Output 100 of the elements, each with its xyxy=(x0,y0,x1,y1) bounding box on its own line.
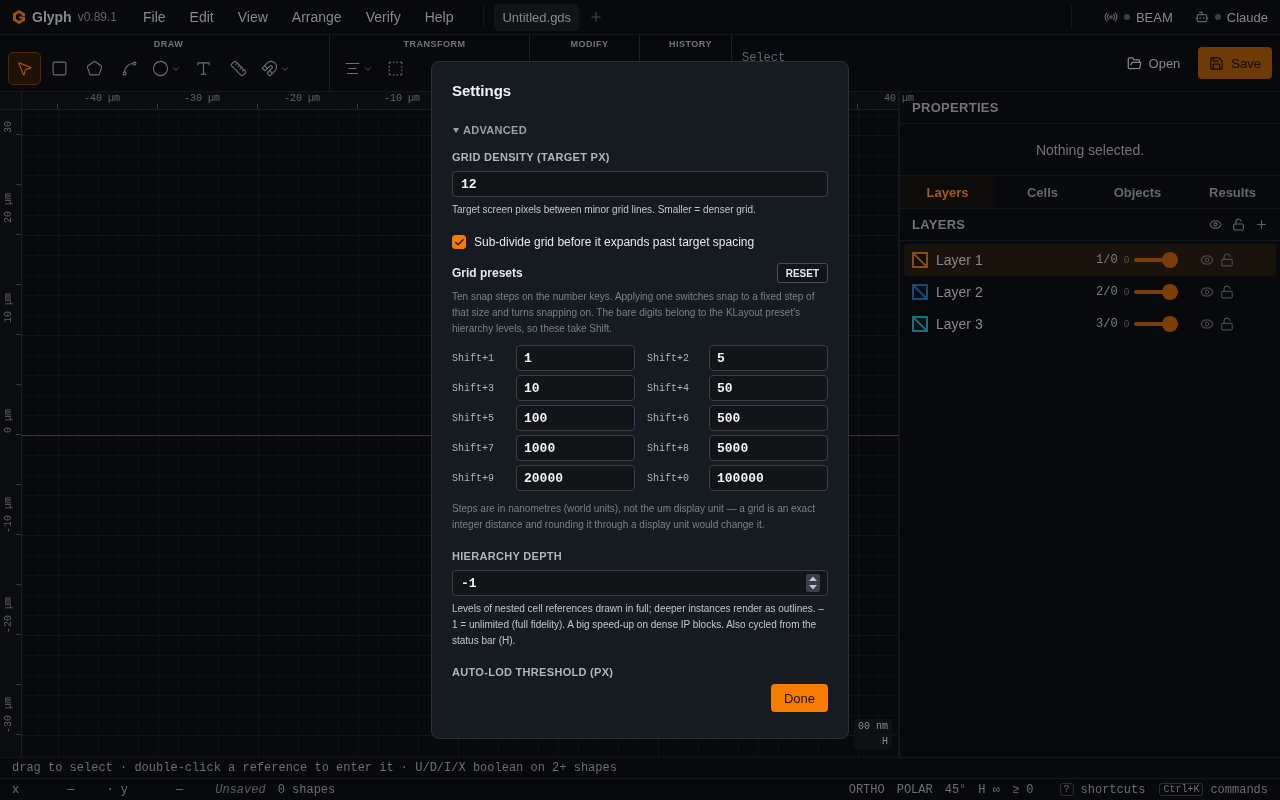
coordinate-label: x xyxy=(12,782,20,797)
coordinate-value: — xyxy=(67,782,75,797)
preset-field[interactable]: 100000 xyxy=(709,465,828,491)
panel-tab[interactable]: Results xyxy=(1185,176,1280,208)
layer-spec: 1/0 xyxy=(1096,253,1118,267)
ruler-label: 0 µm xyxy=(3,409,15,433)
opacity-slider[interactable] xyxy=(1133,284,1178,300)
preset-field[interactable]: 20000 xyxy=(516,465,635,491)
document-tab[interactable]: Untitled.gds xyxy=(494,3,580,31)
add-icon[interactable] xyxy=(1255,218,1268,231)
menu-item[interactable]: Help xyxy=(424,9,454,25)
menu-item[interactable]: Edit xyxy=(189,9,214,25)
key-label[interactable]: commands xyxy=(1210,782,1268,797)
layer-count: 0 xyxy=(1123,286,1130,298)
reset-button[interactable]: RESET xyxy=(776,263,828,283)
ruler-label: -20 µm xyxy=(284,93,320,104)
unlock-icon[interactable] xyxy=(1232,218,1245,231)
presets-note: Steps are in nanometres (world units), not the um display unit — a grid is an exact integer distance and rounding it through a display unit would change it. xyxy=(452,502,816,532)
slider-thumb[interactable] xyxy=(1161,284,1178,300)
service-label: Claude xyxy=(1226,9,1268,25)
preset-key: Shift+0 xyxy=(647,472,697,484)
folder-icon xyxy=(1126,55,1142,71)
field-label: GRID DENSITY (TARGET PX) xyxy=(452,150,611,164)
opacity-slider[interactable] xyxy=(1133,252,1178,268)
unlock-icon[interactable] xyxy=(1219,285,1234,299)
slider-thumb[interactable] xyxy=(1161,252,1178,268)
menu-item[interactable]: Verify xyxy=(365,9,401,25)
ruler-label: 20 µm xyxy=(3,193,15,223)
pointer-tool-button[interactable] xyxy=(8,52,41,85)
app-version: v0.89.1 xyxy=(77,10,118,24)
key-label[interactable]: shortcuts xyxy=(1080,782,1146,797)
preset-key: Shift+6 xyxy=(647,412,697,424)
preset-key: Shift+5 xyxy=(452,412,504,424)
service-label: BEAM xyxy=(1135,9,1173,25)
eye-icon[interactable] xyxy=(1199,253,1214,267)
key-hint: ? xyxy=(1059,783,1074,796)
opacity-slider[interactable] xyxy=(1133,316,1178,332)
slider-thumb[interactable] xyxy=(1161,316,1178,332)
field-label: AUTO-LOD THRESHOLD (PX) xyxy=(452,665,615,679)
align-icon xyxy=(344,60,361,77)
preset-field[interactable]: 1000 xyxy=(516,435,635,461)
unlock-icon[interactable] xyxy=(1219,253,1234,267)
grid-density-field[interactable]: 12 xyxy=(452,171,828,197)
mode-indicator[interactable]: POLAR xyxy=(896,782,933,797)
ruler-icon xyxy=(230,60,247,77)
checkbox-label: Sub-divide grid before it expands past target spacing xyxy=(474,235,755,249)
menu-item[interactable]: Arrange xyxy=(291,9,342,25)
preset-field[interactable]: 100 xyxy=(516,405,635,431)
dialog-title: Settings xyxy=(452,82,513,100)
checkbox[interactable] xyxy=(452,235,466,249)
panel-tab[interactable]: Cells xyxy=(995,176,1090,208)
eye-icon[interactable] xyxy=(1199,317,1214,331)
dashed-square-icon xyxy=(387,60,404,77)
panel-title: PROPERTIES xyxy=(912,100,999,115)
field-hint: Levels of nested cell references drawn in full; deeper instances render as outlines. –1 = unlimited (full fidelity). A big speed-up on dense IP blocks. Also cycled from the status bar (H). xyxy=(452,602,825,648)
group-label: MODIFY xyxy=(570,39,609,49)
preset-field[interactable]: 1 xyxy=(516,345,635,371)
preset-key: Shift+4 xyxy=(647,382,697,394)
group-label: DRAW xyxy=(153,39,184,49)
layer-row[interactable]: Layer 1 1/0 0 xyxy=(904,244,1276,276)
preset-field[interactable]: 5 xyxy=(709,345,828,371)
preset-field[interactable]: 5000 xyxy=(709,435,828,461)
advanced-toggle[interactable]: ADVANCED xyxy=(452,124,527,136)
preset-key: Shift+9 xyxy=(452,472,504,484)
add-tab-icon[interactable] xyxy=(589,10,604,24)
field-label: HIERARCHY DEPTH xyxy=(452,549,564,563)
panel-tab[interactable]: Layers xyxy=(900,176,995,208)
layer-name: Layer 2 xyxy=(936,284,984,300)
open-button[interactable]: Open xyxy=(1116,47,1191,79)
layer-row[interactable]: Layer 2 2/0 0 xyxy=(904,276,1276,308)
hierarchy-depth-field[interactable]: -1 xyxy=(452,570,828,596)
ruler-label: -30 µm xyxy=(3,697,15,733)
layer-row[interactable]: Layer 3 3/0 0 xyxy=(904,308,1276,340)
magnet-icon xyxy=(261,60,278,77)
menu-item[interactable]: File xyxy=(143,9,166,25)
ruler-label: -30 µm xyxy=(184,93,220,104)
panel-tab[interactable]: Objects xyxy=(1090,176,1185,208)
eye-icon[interactable] xyxy=(1209,218,1222,231)
curve-icon xyxy=(121,60,138,77)
empty-message: Nothing selected. xyxy=(1035,141,1145,158)
status-dot xyxy=(1214,14,1221,20)
mode-indicator[interactable]: 45° xyxy=(944,782,967,797)
mode-indicator[interactable]: ORTHO xyxy=(848,782,885,797)
presets-title: Grid presets xyxy=(452,266,523,280)
text-icon xyxy=(195,60,212,77)
preset-field[interactable]: 500 xyxy=(709,405,828,431)
menu-item[interactable]: View xyxy=(237,9,268,25)
mode-indicator[interactable]: H ∞ xyxy=(978,782,1000,797)
eye-icon[interactable] xyxy=(1199,285,1214,299)
preset-field[interactable]: 50 xyxy=(709,375,828,401)
preset-field[interactable]: 10 xyxy=(516,375,635,401)
pointer-icon xyxy=(16,60,33,77)
unlock-icon[interactable] xyxy=(1219,317,1234,331)
done-button[interactable]: Done xyxy=(770,684,828,712)
mode-indicator[interactable]: ≥ 0 xyxy=(1011,782,1034,797)
spinner-icon[interactable] xyxy=(806,574,820,592)
preset-key: Shift+8 xyxy=(647,442,697,454)
save-icon xyxy=(1209,55,1225,71)
scale-label: 00 nm xyxy=(858,721,888,732)
pentagon-icon xyxy=(86,60,103,77)
